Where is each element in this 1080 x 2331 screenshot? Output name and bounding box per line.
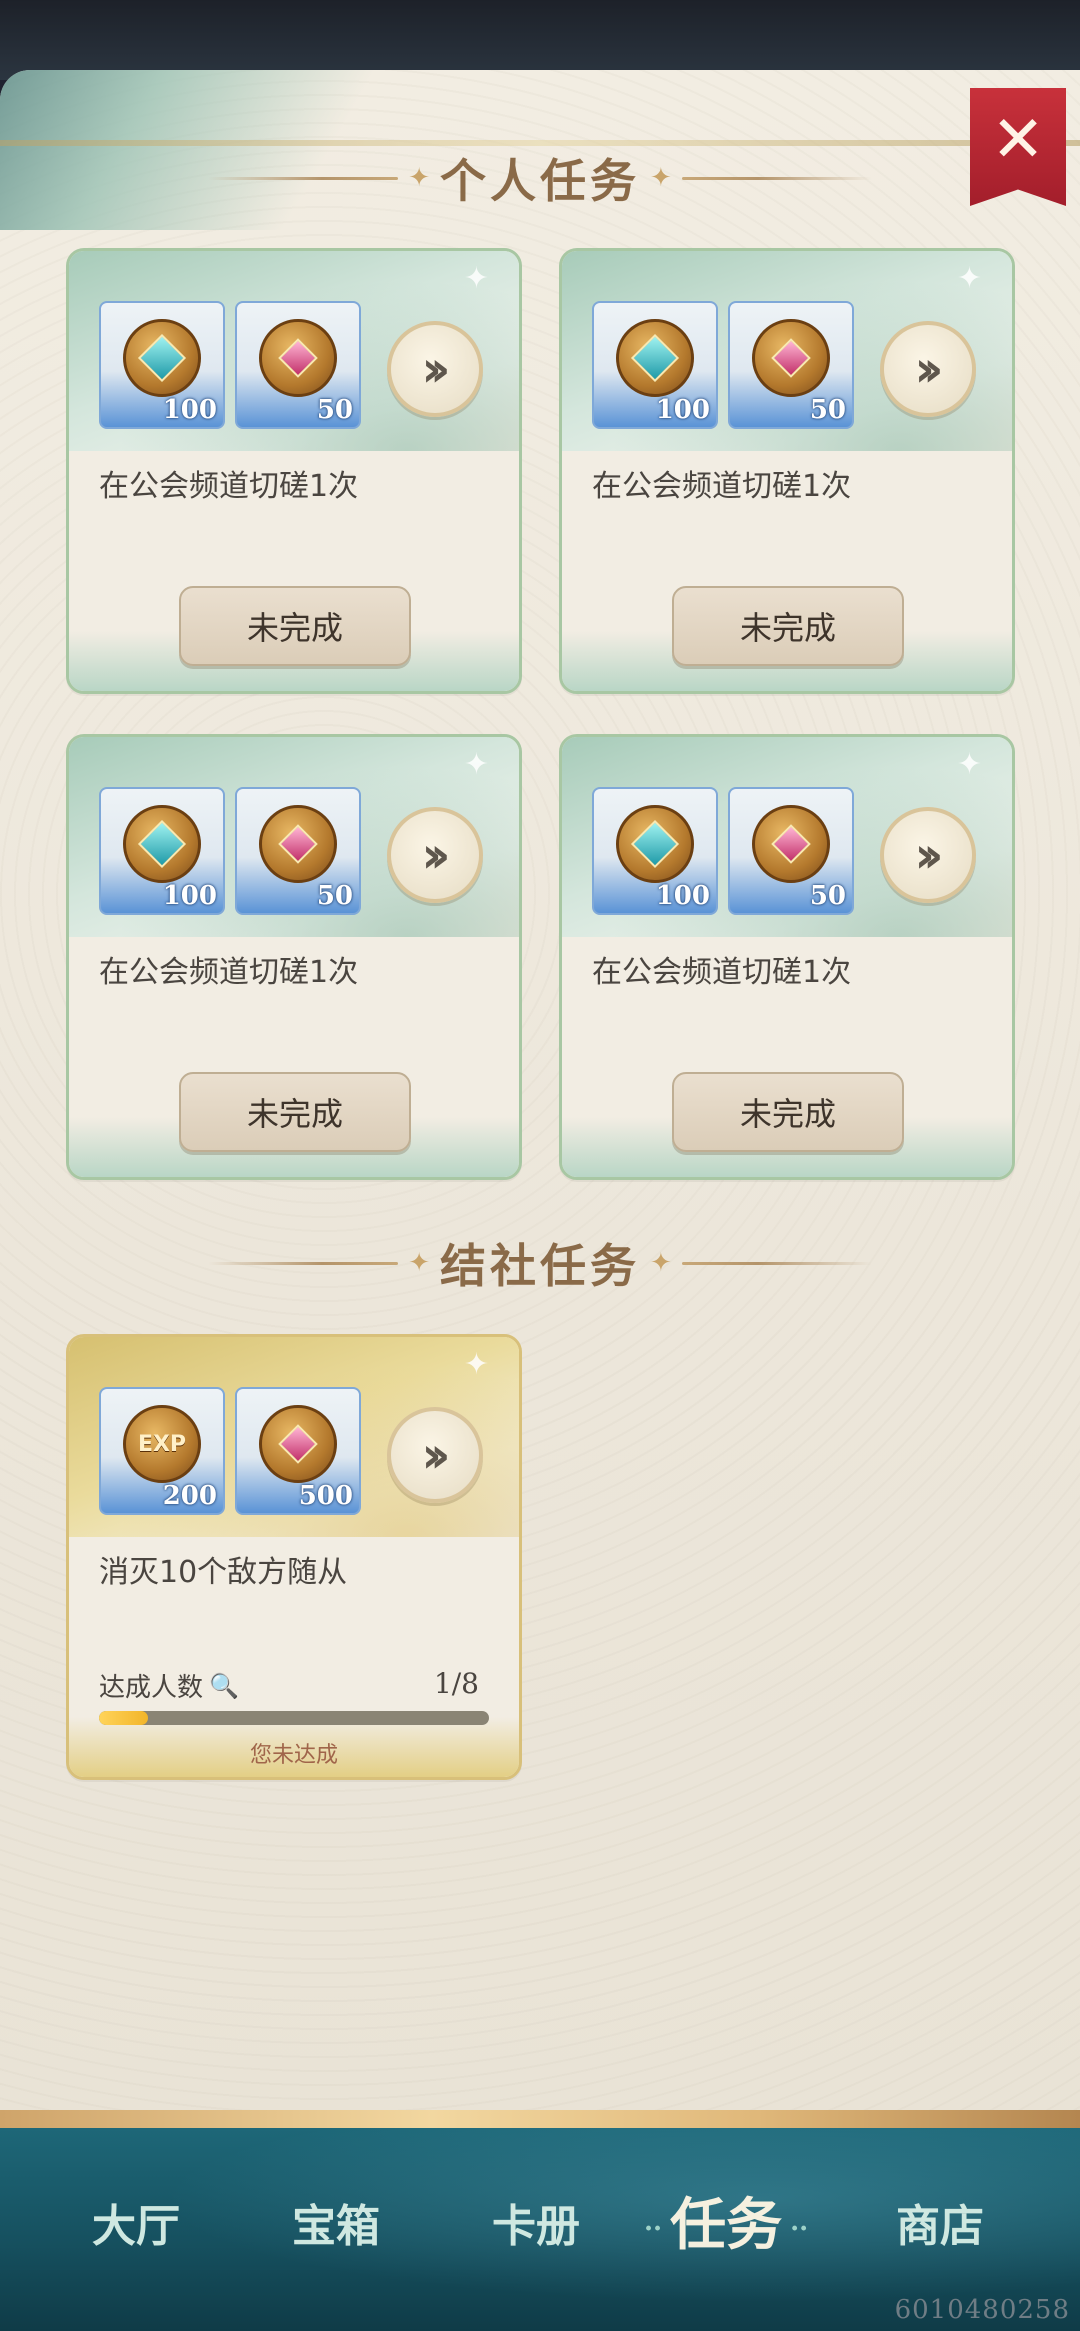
double-chevron-right-icon: ›› xyxy=(421,826,450,884)
task-card: ✦ 100 50 ›› 在公会频道切磋1次 未完成 xyxy=(66,734,522,1180)
task-description: 在公会频道切磋1次 xyxy=(99,469,359,504)
flourish-right-icon xyxy=(681,173,872,183)
progress-bar xyxy=(99,1711,489,1725)
reward-quantity: 50 xyxy=(809,881,846,911)
reward-slot[interactable]: 100 xyxy=(99,787,225,915)
sparkle-icon: ✦ xyxy=(956,747,982,782)
progress-label: 达成人数 🔍 xyxy=(99,1671,239,1704)
section-title-guild: ✦ 结社任务 ✦ xyxy=(0,1228,1080,1298)
nav-item-shop[interactable]: 商店 xyxy=(896,2190,984,2254)
reward-quantity: 100 xyxy=(162,395,217,425)
reward-slot[interactable]: 50 xyxy=(728,301,854,429)
sparkle-icon: ✦ xyxy=(463,1347,489,1382)
reward-slot[interactable]: EXP 200 xyxy=(99,1387,225,1515)
coin-teal-gem-icon xyxy=(616,319,694,397)
nav-item-tasks[interactable]: ·· 任务 ·· xyxy=(636,2180,816,2261)
task-status-button[interactable]: 未完成 xyxy=(179,586,411,666)
task-description: 在公会频道切磋1次 xyxy=(592,955,852,990)
reward-slot[interactable]: 50 xyxy=(235,787,361,915)
reward-quantity: 100 xyxy=(162,881,217,911)
coin-teal-gem-icon xyxy=(123,319,201,397)
double-chevron-right-icon: ›› xyxy=(914,826,943,884)
build-id: 6010480258 xyxy=(894,2295,1070,2325)
sparkle-icon: ✦ xyxy=(463,747,489,782)
coin-chest-icon xyxy=(752,805,830,883)
double-chevron-right-icon: ›› xyxy=(421,1426,450,1484)
progress-fill xyxy=(99,1711,148,1725)
reward-quantity: 100 xyxy=(655,881,710,911)
exp-coin-label: EXP xyxy=(137,1431,187,1457)
nav-item-cards[interactable]: 卡册 xyxy=(492,2190,580,2254)
reward-quantity: 200 xyxy=(162,1481,217,1511)
task-description: 在公会频道切磋1次 xyxy=(99,955,359,990)
sparkle-icon: ✦ xyxy=(463,261,489,296)
star-icon: ✦ xyxy=(408,163,430,193)
task-status-button[interactable]: 未完成 xyxy=(179,1072,411,1152)
star-icon: ✦ xyxy=(650,1248,672,1278)
star-icon: ✦ xyxy=(650,163,672,193)
nav-gold-edge xyxy=(0,2110,1080,2128)
reward-slot[interactable]: 100 xyxy=(99,301,225,429)
section-title-personal: ✦ 个人任务 ✦ xyxy=(0,143,1080,213)
flourish-right-icon xyxy=(681,1258,872,1268)
coin-teal-gem-icon xyxy=(123,805,201,883)
coin-teal-gem-icon xyxy=(616,805,694,883)
section-title-text: 结社任务 xyxy=(440,1239,640,1293)
nav-item-lobby[interactable]: 大厅 xyxy=(92,2190,180,2254)
task-card: ✦ 100 50 ›› 在公会频道切磋1次 未完成 xyxy=(66,248,522,694)
task-status-button[interactable]: 未完成 xyxy=(672,586,904,666)
go-to-task-button[interactable]: ›› xyxy=(387,807,483,903)
coin-chest-icon xyxy=(752,319,830,397)
double-chevron-right-icon: ›› xyxy=(914,340,943,398)
reward-slot[interactable]: 100 xyxy=(592,787,718,915)
nav-dots-icon: ·· xyxy=(790,2214,809,2245)
reward-slot[interactable]: 50 xyxy=(728,787,854,915)
go-to-task-button[interactable]: ›› xyxy=(387,321,483,417)
reward-quantity: 50 xyxy=(809,395,846,425)
coin-chest-icon xyxy=(259,1405,337,1483)
reward-quantity: 500 xyxy=(298,1481,353,1511)
section-title-text: 个人任务 xyxy=(440,154,640,208)
bottom-nav: 大厅 宝箱 卡册 ·· 任务 ·· 商店 6010480258 xyxy=(0,2110,1080,2331)
guild-task-card: ✦ EXP 200 500 ›› 消灭10个敌方随从 达成人数 🔍 1/8 您未… xyxy=(66,1334,522,1780)
reward-slot[interactable]: 100 xyxy=(592,301,718,429)
go-to-task-button[interactable]: ›› xyxy=(387,1407,483,1503)
go-to-task-button[interactable]: ›› xyxy=(880,807,976,903)
task-card: ✦ 100 50 ›› 在公会频道切磋1次 未完成 xyxy=(559,734,1015,1180)
coin-chest-icon xyxy=(259,805,337,883)
go-to-task-button[interactable]: ›› xyxy=(880,321,976,417)
search-icon[interactable]: 🔍 xyxy=(209,1672,239,1700)
coin-chest-icon xyxy=(259,319,337,397)
task-description: 消灭10个敌方随从 xyxy=(99,1555,348,1590)
nav-dots-icon: ·· xyxy=(644,2214,663,2245)
task-status-button[interactable]: 未完成 xyxy=(672,1072,904,1152)
exp-coin-icon: EXP xyxy=(123,1405,201,1483)
reward-slot[interactable]: 50 xyxy=(235,301,361,429)
task-description: 在公会频道切磋1次 xyxy=(592,469,852,504)
flourish-left-icon xyxy=(208,173,399,183)
progress-status-note: 您未达成 xyxy=(249,1743,338,1768)
nav-item-label: 任务 xyxy=(670,2192,783,2258)
double-chevron-right-icon: ›› xyxy=(421,340,450,398)
star-icon: ✦ xyxy=(408,1248,430,1278)
top-bar xyxy=(0,0,1080,80)
reward-quantity: 50 xyxy=(316,395,353,425)
sparkle-icon: ✦ xyxy=(956,261,982,296)
reward-quantity: 50 xyxy=(316,881,353,911)
task-card: ✦ 100 50 ›› 在公会频道切磋1次 未完成 xyxy=(559,248,1015,694)
progress-count: 1/8 xyxy=(433,1667,479,1700)
reward-slot[interactable]: 500 xyxy=(235,1387,361,1515)
flourish-left-icon xyxy=(208,1258,399,1268)
nav-item-chest[interactable]: 宝箱 xyxy=(292,2190,380,2254)
reward-quantity: 100 xyxy=(655,395,710,425)
